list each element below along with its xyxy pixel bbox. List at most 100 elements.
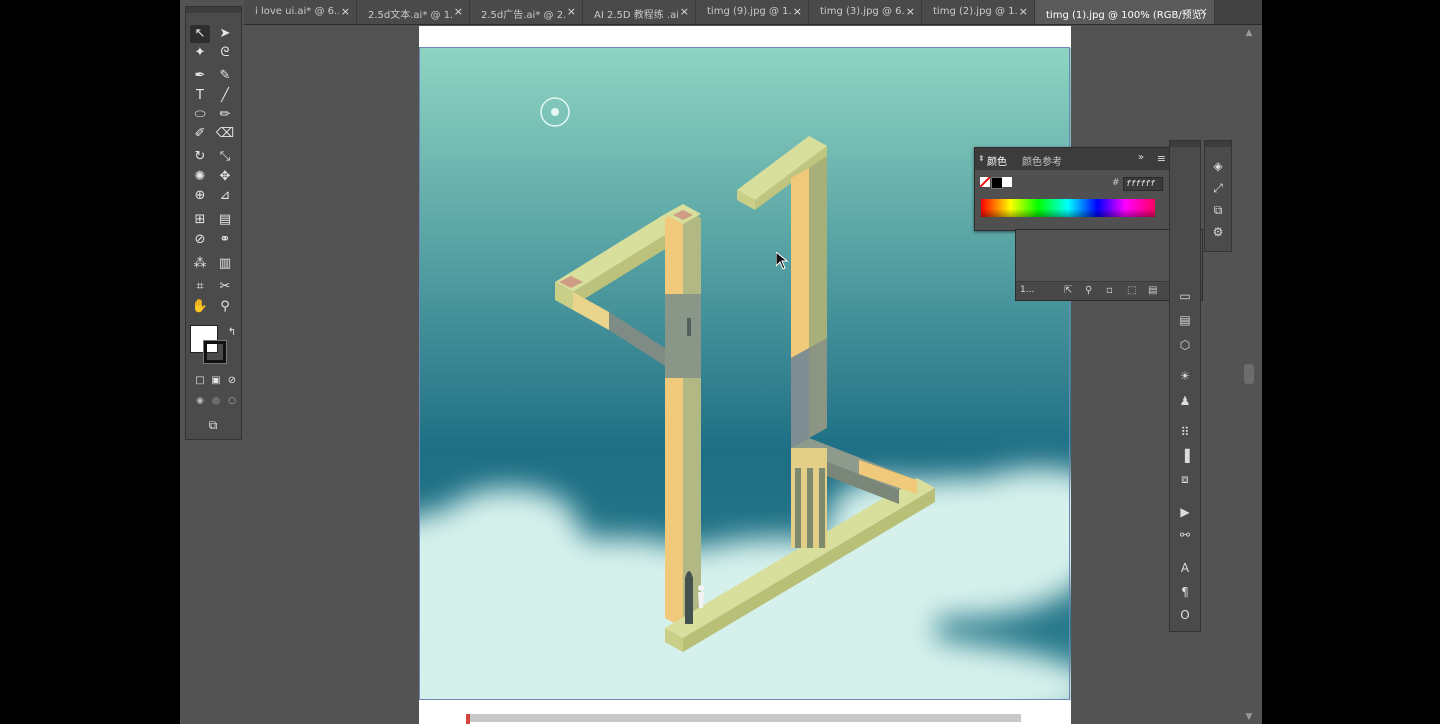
hex-color-input[interactable]: ffffff bbox=[1123, 177, 1163, 191]
tab-close-icon[interactable]: × bbox=[567, 5, 576, 18]
tab-title: 2.5d文本.ai* @ 1... bbox=[368, 10, 452, 21]
document-tab[interactable]: timg (9).jpg @ 1... × bbox=[696, 0, 809, 24]
artboards-panel-icon[interactable]: ⧉ bbox=[1205, 199, 1231, 221]
align-panel-icon[interactable]: ▐ bbox=[1170, 445, 1200, 467]
horizontal-scrollbar[interactable] bbox=[466, 714, 1021, 722]
panel-menu-icon[interactable]: ≡ bbox=[1157, 152, 1166, 165]
paintbrush-tool-icon[interactable]: ✏ bbox=[215, 106, 235, 124]
tab-close-icon[interactable]: × bbox=[454, 5, 463, 18]
warp-tool-icon[interactable]: ✺ bbox=[190, 168, 210, 186]
free-transform-tool-icon[interactable]: ✥ bbox=[215, 168, 235, 186]
perspective-grid-tool-icon[interactable]: ⊿ bbox=[215, 187, 235, 205]
graphic-styles-icon[interactable]: ♟ bbox=[1170, 390, 1200, 412]
vertical-scroll-thumb[interactable] bbox=[1244, 364, 1254, 384]
tab-title: timg (2).jpg @ 1... bbox=[933, 6, 1017, 17]
eraser-tool-icon[interactable]: ⌫ bbox=[215, 125, 235, 143]
gradient-panel-icon[interactable]: ▤ bbox=[1170, 309, 1200, 331]
shape-builder-tool-icon[interactable]: ⊕ bbox=[190, 187, 210, 205]
none-mode-icon[interactable]: ⊘ bbox=[222, 372, 242, 390]
document-tab[interactable]: timg (2).jpg @ 1... × bbox=[922, 0, 1035, 24]
stroke-color-swatch[interactable] bbox=[203, 340, 227, 364]
placed-image bbox=[419, 48, 1071, 700]
document-tab[interactable]: 2.5d广告.ai* @ 2... × bbox=[470, 0, 583, 24]
tab-title: timg (1).jpg @ 100% (RGB/预览) bbox=[1046, 10, 1206, 21]
color-spectrum-bar[interactable] bbox=[981, 199, 1155, 217]
selection-tool-icon[interactable]: ↖ bbox=[190, 25, 210, 43]
tab-close-icon[interactable]: × bbox=[906, 5, 915, 18]
tab-close-icon[interactable]: × bbox=[341, 5, 350, 18]
new-layer-icon[interactable]: ▤ bbox=[1148, 285, 1157, 296]
type-tool-icon[interactable]: T bbox=[190, 87, 210, 105]
sun-dot bbox=[551, 108, 559, 116]
horizontal-scroll-marker bbox=[466, 714, 470, 724]
panel-toggle-icon[interactable]: ⬍ bbox=[978, 154, 985, 163]
ellipse-tool-icon[interactable]: ⬭ bbox=[190, 106, 210, 124]
transparency-panel-icon[interactable]: ⬡ bbox=[1170, 334, 1200, 356]
blend-tool-icon[interactable]: ⚭ bbox=[215, 231, 235, 249]
document-tab[interactable]: 2.5d文本.ai* @ 1... × bbox=[357, 0, 470, 24]
tools-panel-grip[interactable] bbox=[186, 7, 241, 13]
scroll-down-icon[interactable]: ▼ bbox=[1244, 712, 1254, 722]
export-panel-icon[interactable]: ⤢ bbox=[1205, 177, 1231, 199]
panel-dock-wide: ◈ ⤢ ⧉ ⚙ bbox=[1204, 140, 1232, 252]
hand-tool-icon[interactable]: ✋ bbox=[190, 298, 210, 316]
screen-mode-icon[interactable]: ⧉ bbox=[203, 416, 223, 434]
actions-panel-icon[interactable]: ▶ bbox=[1170, 501, 1200, 523]
collapse-icon[interactable]: » bbox=[1138, 152, 1144, 163]
document-tab[interactable]: timg (3).jpg @ 6... × bbox=[809, 0, 922, 24]
zoom-tool-icon[interactable]: ⚲ bbox=[215, 298, 235, 316]
curvature-tool-icon[interactable]: ✎ bbox=[215, 67, 235, 85]
pathfinder-icon[interactable]: ⧈ bbox=[1170, 468, 1200, 490]
search-icon[interactable]: ⚲ bbox=[1085, 285, 1092, 296]
links-panel-icon[interactable]: ⚯ bbox=[1170, 524, 1200, 546]
lasso-tool-icon[interactable]: ᘓ bbox=[215, 44, 235, 62]
libraries-panel-icon[interactable]: ⚙ bbox=[1205, 221, 1231, 243]
tab-close-icon[interactable]: × bbox=[680, 5, 689, 18]
dock-wide-column: ◈ ⤢ ⧉ ⚙ bbox=[1204, 140, 1232, 252]
artboard-tool-icon[interactable]: ⌗ bbox=[190, 278, 210, 296]
document-tab[interactable]: AI 2.5D 教程练 .ai × bbox=[583, 0, 696, 24]
artboard-canvas[interactable] bbox=[419, 48, 1071, 700]
tab-close-icon[interactable]: × bbox=[793, 5, 802, 18]
magic-wand-tool-icon[interactable]: ✦ bbox=[190, 44, 210, 62]
shaper-tool-icon[interactable]: ✐ bbox=[190, 125, 210, 143]
tab-color[interactable]: 颜色 bbox=[987, 153, 1007, 168]
mesh-tool-icon[interactable]: ⊞ bbox=[190, 211, 210, 229]
new-sublayer-icon[interactable]: ⬚ bbox=[1127, 285, 1136, 296]
pen-tool-icon[interactable]: ✒ bbox=[190, 67, 210, 85]
character-panel-icon[interactable]: A bbox=[1170, 557, 1200, 579]
opentype-panel-icon[interactable]: O bbox=[1170, 604, 1200, 626]
scroll-up-icon[interactable]: ▲ bbox=[1244, 28, 1254, 38]
vertical-scrollbar[interactable]: ▲ ▼ bbox=[1244, 26, 1254, 724]
document-tab[interactable]: i love ui.ai* @ 6... × bbox=[244, 0, 357, 24]
scale-tool-icon[interactable]: ⤡ bbox=[215, 148, 235, 166]
direct-selection-tool-icon[interactable]: ➤ bbox=[215, 25, 235, 43]
stroke-panel-icon[interactable]: ▭ bbox=[1170, 285, 1200, 307]
line-tool-icon[interactable]: ╱ bbox=[215, 87, 235, 105]
transform-panel-icon[interactable]: ⠿ bbox=[1170, 421, 1200, 443]
paragraph-panel-icon[interactable]: ¶ bbox=[1170, 581, 1200, 603]
illustrator-window: i love ui.ai* @ 6... × 2.5d文本.ai* @ 1... × 2… bbox=[180, 0, 1262, 724]
gradient-tool-icon[interactable]: ▤ bbox=[215, 211, 235, 229]
none-swatch-icon[interactable] bbox=[980, 177, 990, 187]
eyedropper-tool-icon[interactable]: ⊘ bbox=[190, 231, 210, 249]
rotate-tool-icon[interactable]: ↻ bbox=[190, 148, 210, 166]
tab-color-guide[interactable]: 颜色参考 bbox=[1022, 153, 1062, 168]
mouse-cursor-icon bbox=[776, 252, 788, 270]
draw-inside-icon[interactable]: ○ bbox=[222, 392, 242, 410]
tab-close-icon[interactable]: × bbox=[1199, 5, 1208, 18]
tab-close-icon[interactable]: × bbox=[1019, 5, 1028, 18]
document-tab[interactable]: timg (1).jpg @ 100% (RGB/预览) × bbox=[1035, 0, 1215, 24]
color-stroke-swatch[interactable] bbox=[1002, 177, 1012, 187]
swap-fill-stroke-icon[interactable]: ↰ bbox=[222, 324, 242, 342]
slice-tool-icon[interactable]: ✂ bbox=[215, 278, 235, 296]
locate-object-icon[interactable]: ⇱ bbox=[1064, 285, 1072, 296]
symbol-sprayer-tool-icon[interactable]: ⁂ bbox=[190, 255, 210, 273]
color-panel-header: 颜色 ⬍ 颜色参考 » ≡ bbox=[975, 148, 1170, 170]
appearance-panel-icon[interactable]: ☀ bbox=[1170, 365, 1200, 387]
column-graph-tool-icon[interactable]: ▥ bbox=[215, 255, 235, 273]
layers-panel-icon[interactable]: ◈ bbox=[1205, 155, 1231, 177]
clipping-mask-icon[interactable]: ▫ bbox=[1106, 285, 1113, 296]
dock-grip[interactable] bbox=[1205, 141, 1231, 147]
dock-grip[interactable] bbox=[1170, 141, 1200, 147]
